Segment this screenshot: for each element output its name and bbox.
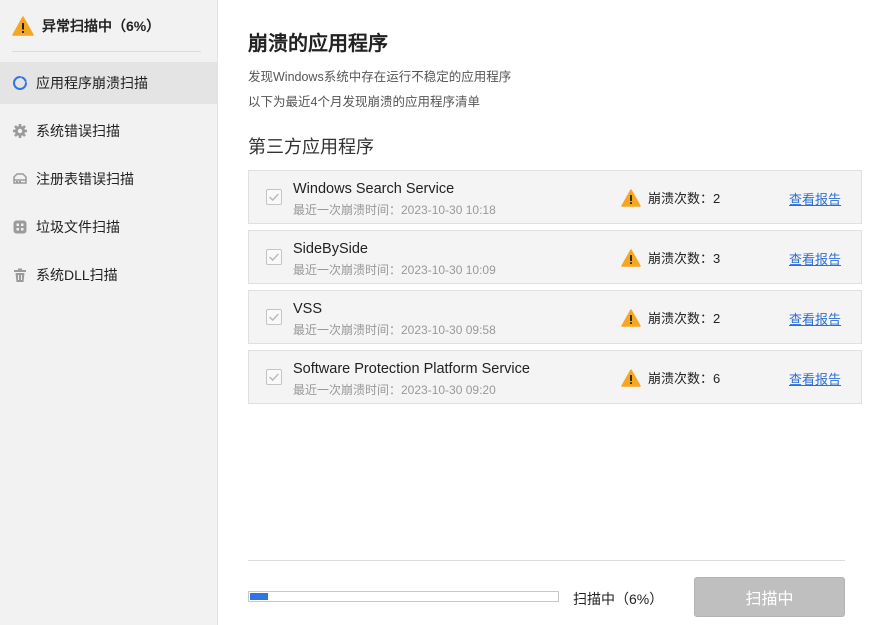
scan-progress-bar	[248, 591, 559, 602]
scan-progress-fill	[250, 593, 269, 600]
crash-count: 崩溃次数：6	[621, 368, 720, 387]
page-title: 崩溃的应用程序	[248, 33, 388, 55]
view-report-link[interactable]: 查看报告	[789, 189, 841, 208]
crash-count: 崩溃次数：2	[621, 188, 720, 207]
trash-icon	[12, 267, 28, 283]
list-item: Windows Search Service 最近一次崩溃时间：2023-10-…	[248, 170, 862, 224]
last-crash-time: 最近一次崩溃时间：2023-10-30 10:09	[293, 263, 496, 277]
app-name: Software Protection Platform Service	[293, 361, 530, 377]
crash-count: 崩溃次数：3	[621, 248, 720, 267]
main-panel: 崩溃的应用程序 发现Windows系统中存在运行不稳定的应用程序 以下为最近4个…	[218, 0, 872, 625]
sidebar-item-label: 垃圾文件扫描	[36, 219, 120, 235]
sidebar-item-system-error[interactable]: 系统错误扫描	[0, 110, 217, 152]
sidebar-item-registry-error[interactable]: 注册表错误扫描	[0, 158, 217, 200]
sidebar-item-label: 系统DLL扫描	[36, 267, 118, 283]
sidebar-item-label: 应用程序崩溃扫描	[36, 75, 148, 91]
view-report-link[interactable]: 查看报告	[789, 369, 841, 388]
warning-icon	[621, 308, 641, 327]
view-report-link[interactable]: 查看报告	[789, 249, 841, 268]
app-checkbox[interactable]	[266, 249, 282, 265]
sidebar-item-junk-files[interactable]: 垃圾文件扫描	[0, 206, 217, 248]
description-line-2: 以下为最近4个月发现崩溃的应用程序清单	[248, 95, 480, 109]
scan-status-text: 异常扫描中（6%）	[42, 17, 161, 34]
scanning-button[interactable]: 扫描中	[694, 577, 845, 617]
last-crash-time: 最近一次崩溃时间：2023-10-30 10:18	[293, 203, 496, 217]
apps-icon	[12, 219, 28, 235]
crash-count: 崩溃次数：2	[621, 308, 720, 327]
app-checkbox[interactable]	[266, 369, 282, 385]
list-item: VSS 最近一次崩溃时间：2023-10-30 09:58 崩溃次数：2 查看报…	[248, 290, 862, 344]
sidebar: 异常扫描中（6%） 应用程序崩溃扫描 系统错误扫描 注册表错误扫描 垃圾文件扫描…	[0, 0, 218, 625]
crash-count-text: 崩溃次数：3	[648, 251, 721, 266]
app-name: SideBySide	[293, 241, 368, 257]
check-icon	[269, 313, 279, 322]
app-list: Windows Search Service 最近一次崩溃时间：2023-10-…	[248, 170, 862, 410]
crash-count-text: 崩溃次数：2	[648, 311, 721, 326]
description-line-1: 发现Windows系统中存在运行不稳定的应用程序	[248, 70, 512, 84]
app-name: Windows Search Service	[293, 181, 455, 197]
sidebar-item-app-crash[interactable]: 应用程序崩溃扫描	[0, 62, 217, 104]
section-title: 第三方应用程序	[248, 137, 374, 157]
scan-status: 异常扫描中（6%）	[12, 0, 201, 52]
check-icon	[269, 253, 279, 262]
view-report-link[interactable]: 查看报告	[789, 309, 841, 328]
gear-icon	[12, 123, 28, 139]
last-crash-time: 最近一次崩溃时间：2023-10-30 09:58	[293, 323, 496, 337]
app-checkbox[interactable]	[266, 189, 282, 205]
warning-icon	[621, 248, 641, 267]
list-item: SideBySide 最近一次崩溃时间：2023-10-30 10:09 崩溃次…	[248, 230, 862, 284]
warning-icon	[621, 368, 641, 387]
last-crash-time: 最近一次崩溃时间：2023-10-30 09:20	[293, 383, 496, 397]
app-name: VSS	[293, 301, 323, 317]
crash-count-text: 崩溃次数：6	[648, 371, 721, 386]
sidebar-item-system-dll[interactable]: 系统DLL扫描	[0, 254, 217, 296]
crash-count-text: 崩溃次数：2	[648, 191, 721, 206]
sidebar-item-label: 注册表错误扫描	[36, 171, 134, 187]
check-icon	[269, 373, 279, 382]
list-item: Software Protection Platform Service 最近一…	[248, 350, 862, 404]
loading-icon	[12, 75, 28, 91]
warning-icon	[621, 188, 641, 207]
check-icon	[269, 193, 279, 202]
divider	[248, 560, 845, 561]
registry-icon	[12, 171, 28, 187]
app-checkbox[interactable]	[266, 309, 282, 325]
scan-progress-text: 扫描中（6%）	[573, 591, 664, 607]
sidebar-item-label: 系统错误扫描	[36, 123, 120, 139]
warning-icon	[12, 15, 34, 36]
